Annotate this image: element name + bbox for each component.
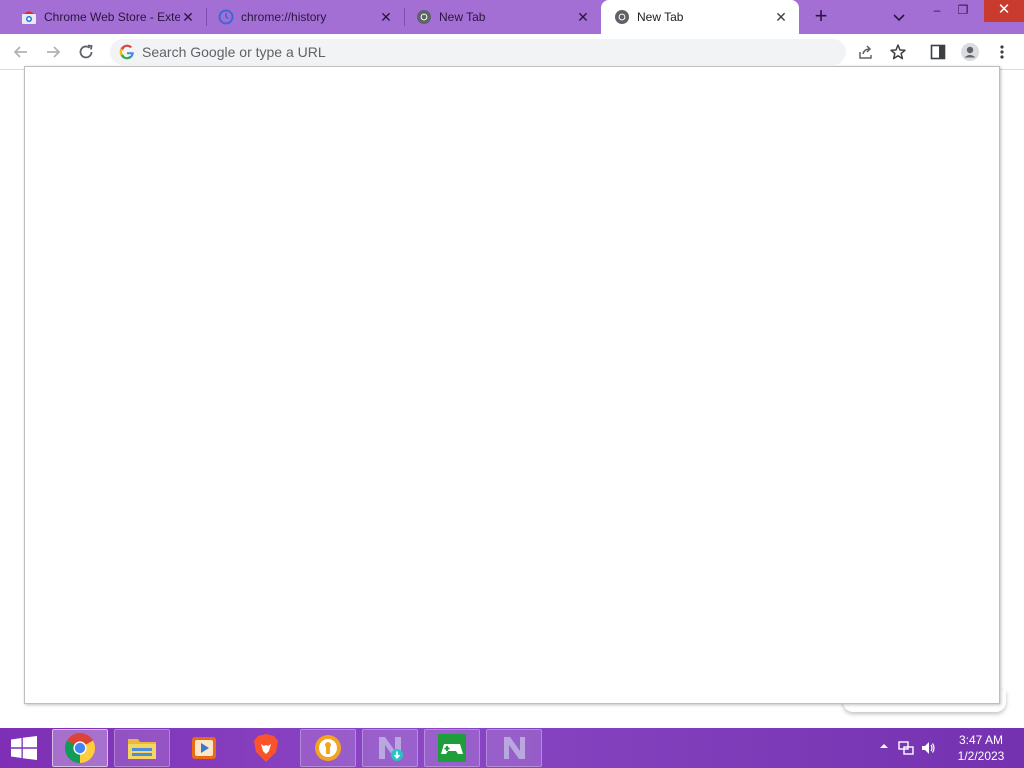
blank-window-overlay [24, 66, 1000, 704]
tab-close-button[interactable]: ✕ [773, 9, 789, 25]
side-panel-button[interactable] [925, 39, 951, 65]
clock-date: 1/2/2023 [957, 749, 1005, 763]
taskbar-game[interactable] [424, 729, 480, 767]
tab-new-tab[interactable]: New Tab ✕ [395, 0, 601, 34]
star-icon [890, 44, 906, 60]
clock-time: 3:47 AM [958, 733, 1004, 747]
address-bar-input[interactable] [142, 39, 832, 65]
new-tab-button[interactable]: + [808, 5, 834, 29]
google-g-icon [119, 44, 135, 60]
taskbar-media-player[interactable] [176, 729, 232, 767]
start-button[interactable] [0, 728, 48, 768]
bookmark-star-button[interactable] [885, 39, 911, 65]
share-button[interactable] [853, 39, 879, 65]
tab-title: chrome://history [241, 10, 327, 24]
kebab-menu-icon [1000, 45, 1004, 59]
chrome-icon [416, 9, 432, 25]
tab-history[interactable]: chrome://history ✕ [197, 0, 404, 34]
taskbar: 3:47 AM 1/2/2023 [0, 728, 1024, 768]
back-arrow-icon [13, 46, 27, 58]
lock-badge-icon [315, 735, 341, 761]
avatar-icon [961, 43, 979, 61]
forward-button[interactable] [40, 39, 66, 65]
taskbar-chrome[interactable] [52, 729, 108, 767]
windows-logo-icon [11, 736, 37, 760]
tab-strip: Chrome Web Store - Exte ✕ chrome://histo… [0, 0, 1024, 34]
taskbar-file-explorer[interactable] [114, 729, 170, 767]
share-icon [859, 45, 872, 59]
installer-icon [379, 737, 403, 761]
tab-chrome-web-store[interactable]: Chrome Web Store - Exte ✕ [0, 0, 206, 34]
reload-icon [79, 44, 93, 59]
gamepad-icon [438, 734, 466, 762]
tab-close-button[interactable]: ✕ [180, 9, 196, 25]
back-button[interactable] [8, 39, 34, 65]
chrome-icon [614, 9, 630, 25]
tab-new-tab-active[interactable]: New Tab ✕ [601, 0, 799, 34]
menu-button[interactable] [989, 39, 1015, 65]
history-icon [218, 9, 234, 25]
forward-arrow-icon [47, 46, 61, 58]
tab-title: New Tab [439, 10, 486, 24]
file-explorer-icon [128, 739, 156, 759]
tab-title: New Tab [637, 10, 684, 24]
reload-button[interactable] [73, 39, 99, 65]
profile-button[interactable] [957, 39, 983, 65]
network-icon[interactable] [898, 740, 914, 756]
tab-close-button[interactable]: ✕ [575, 9, 591, 25]
tab-title: Chrome Web Store - Exte [44, 10, 180, 24]
omnibox[interactable] [110, 39, 846, 65]
taskbar-brave[interactable] [238, 729, 294, 767]
n-logo-icon [504, 737, 525, 759]
tab-close-button[interactable]: ✕ [378, 9, 394, 25]
restore-button[interactable]: ❐ [948, 0, 978, 22]
chevron-up-icon[interactable] [876, 740, 892, 756]
side-panel-icon [930, 44, 946, 60]
tab-search-button[interactable] [889, 8, 909, 26]
taskbar-security-app[interactable] [300, 729, 356, 767]
taskbar-n-app[interactable] [486, 729, 542, 767]
media-player-icon [192, 737, 216, 759]
chevron-down-icon [893, 14, 905, 22]
chrome-icon [64, 733, 96, 763]
brave-icon [254, 734, 278, 762]
taskbar-installer[interactable] [362, 729, 418, 767]
window-close-button[interactable]: ✕ [984, 0, 1024, 22]
volume-icon[interactable] [920, 740, 936, 756]
taskbar-clock[interactable]: 3:47 AM 1/2/2023 [946, 732, 1016, 764]
chrome-web-store-icon [21, 9, 37, 25]
